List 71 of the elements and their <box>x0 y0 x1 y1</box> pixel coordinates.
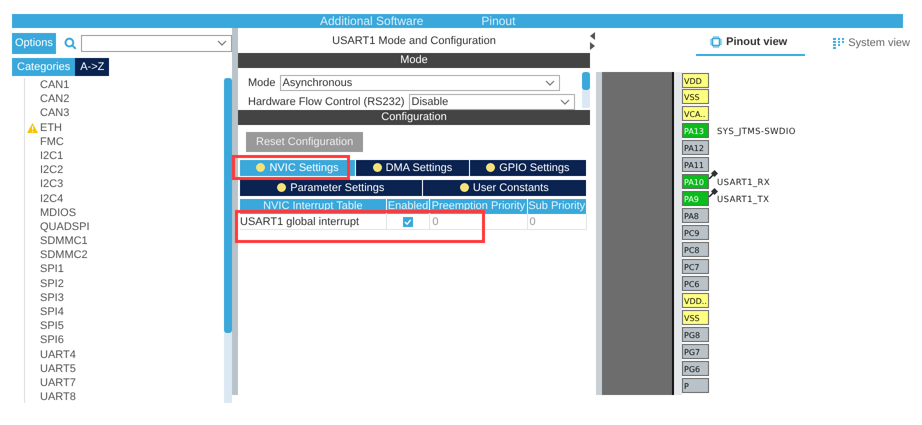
pin[interactable]: P <box>682 378 709 393</box>
peripheral-item[interactable]: SPI5 <box>40 320 64 332</box>
peripheral-item[interactable]: UART5 <box>40 362 76 375</box>
search-icon <box>64 36 77 50</box>
peripheral-item[interactable]: SPI2 <box>40 278 64 290</box>
peripheral-item[interactable]: CAN1 <box>40 79 70 91</box>
settings-tab[interactable]: GPIO Settings <box>470 160 587 176</box>
table-cell: USART1 global interrupt <box>240 214 387 230</box>
scrollbar[interactable] <box>224 78 232 403</box>
peripheral-item[interactable]: SPI3 <box>40 292 64 304</box>
peripheral-item[interactable]: QUADSPI <box>40 220 90 233</box>
search-field[interactable] <box>80 34 232 52</box>
panel-title: USART1 Mode and Configuration <box>331 34 497 49</box>
settings-tab[interactable]: Parameter Settings <box>240 180 423 196</box>
settings-tab[interactable]: User Constants <box>422 180 587 196</box>
section-header: Configuration <box>238 110 590 125</box>
dropdown-field[interactable]: Asynchronous <box>280 75 560 91</box>
pin[interactable]: PG7 <box>682 344 709 359</box>
peripheral-item[interactable]: CAN2 <box>40 93 70 106</box>
peripheral-item[interactable]: I2C2 <box>40 164 64 176</box>
pin[interactable]: PA8 <box>682 208 709 224</box>
view-tab[interactable]: Pinout view <box>696 34 806 56</box>
pin[interactable]: VCA.. <box>682 106 709 122</box>
pin[interactable]: PC8 <box>682 242 709 258</box>
peripheral-item[interactable]: SPI6 <box>40 334 64 346</box>
sort-tab[interactable]: A->Z <box>75 58 110 76</box>
pin-signal-label: SYS_JTMS-SWDIO <box>717 126 796 140</box>
peripheral-item[interactable]: ETH <box>40 122 62 134</box>
collapse-icon <box>590 32 596 50</box>
chip-icon <box>710 36 722 48</box>
table-cell: 0 <box>430 214 528 230</box>
pin[interactable]: PG6 <box>682 360 709 376</box>
pin[interactable]: PA12 <box>682 140 709 156</box>
pin-signal-label: USART1_TX <box>717 194 770 208</box>
pin[interactable]: PC7 <box>682 259 709 274</box>
section-header: Mode <box>238 53 590 68</box>
peripheral-item[interactable]: UART8 <box>40 391 76 403</box>
peripheral-item[interactable]: UART7 <box>40 376 76 389</box>
checkbox[interactable] <box>403 216 414 226</box>
peripheral-item[interactable]: I2C3 <box>40 178 64 190</box>
pin[interactable]: PG8 <box>682 327 709 342</box>
peripheral-item[interactable]: I2C1 <box>40 150 64 162</box>
peripheral-item[interactable]: CAN3 <box>40 107 70 120</box>
settings-tab[interactable]: DMA Settings <box>356 160 470 176</box>
dropdown-field[interactable]: Disable <box>408 94 574 110</box>
table-cell: 0 <box>528 214 587 230</box>
peripheral-item[interactable]: UART4 <box>40 348 76 361</box>
peripheral-item[interactable]: SPI1 <box>40 263 64 276</box>
peripheral-item[interactable]: I2C4 <box>40 192 64 204</box>
chevron-icon <box>544 79 555 87</box>
grid-icon <box>833 38 844 49</box>
pin[interactable]: PA11 <box>682 157 709 172</box>
peripheral-item[interactable]: SPI4 <box>40 306 64 318</box>
field-label: Mode <box>248 76 276 91</box>
check-icon <box>404 218 412 226</box>
pin[interactable]: PC6 <box>682 276 709 292</box>
field-label: Hardware Flow Control (RS232) <box>248 94 404 110</box>
peripheral-item[interactable]: MDIOS <box>40 206 76 219</box>
pin[interactable]: VDD.. <box>682 293 709 308</box>
chevron-icon <box>560 98 570 106</box>
pin[interactable]: PC9 <box>682 225 709 240</box>
pin[interactable]: VSS <box>682 310 709 326</box>
pin-signal-label: USART1_RX <box>717 177 770 190</box>
peripheral-item[interactable]: SDMMC2 <box>40 249 88 262</box>
peripheral-item[interactable]: FMC <box>40 136 64 148</box>
chevron-icon <box>217 39 227 48</box>
pin[interactable]: VSS <box>682 89 709 104</box>
pin[interactable]: VDD <box>682 72 709 88</box>
view-tab[interactable]: System view <box>829 34 914 56</box>
scrollbar[interactable] <box>582 72 590 108</box>
peripheral-item[interactable]: SDMMC1 <box>40 235 88 248</box>
